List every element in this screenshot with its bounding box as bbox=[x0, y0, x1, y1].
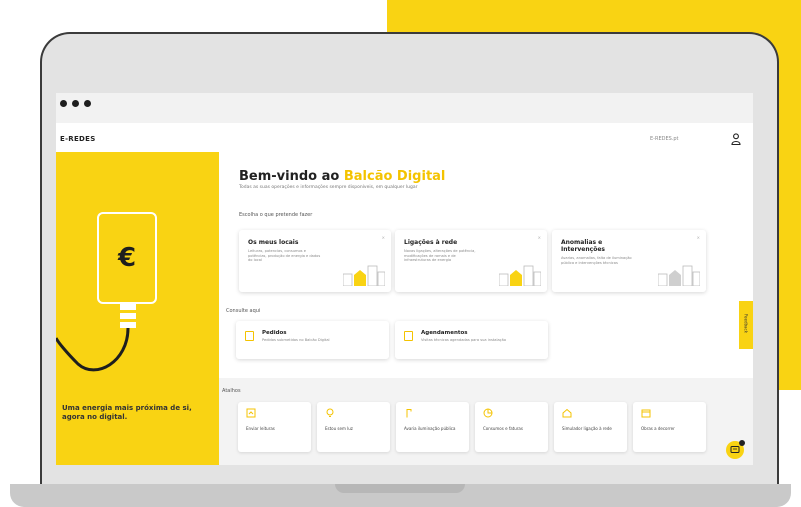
notification-dot bbox=[739, 440, 745, 446]
card-anomalies[interactable]: Anomalias e Intervenções Avarias, anomal… bbox=[552, 230, 706, 292]
shortcut-label: Simulador ligação à rede bbox=[562, 426, 612, 431]
card-grid-connections[interactable]: Ligações à rede Novas ligações, alteraçõ… bbox=[395, 230, 547, 292]
feedback-tab[interactable]: Feedback bbox=[739, 301, 753, 349]
shortcut-label: Avaria iluminação pública bbox=[404, 426, 456, 431]
feedback-label: Feedback bbox=[743, 313, 749, 334]
calendar-icon bbox=[641, 409, 651, 418]
brand-logo[interactable]: E-REDES bbox=[60, 135, 96, 143]
consult-section-label: Consulte aqui bbox=[226, 308, 261, 314]
shortcut-label: Enviar leituras bbox=[246, 426, 275, 431]
window-dot-icon[interactable] bbox=[84, 100, 91, 107]
card-requests[interactable]: Pedidos Pedidos submetidos no Balcão Dig… bbox=[236, 321, 389, 359]
home-icon bbox=[562, 408, 572, 418]
houses-illustration bbox=[658, 265, 700, 286]
shortcut-label: Obras a decorrer bbox=[641, 426, 675, 431]
bulb-icon bbox=[326, 408, 334, 417]
close-icon[interactable]: × bbox=[382, 235, 385, 240]
document-icon bbox=[245, 331, 254, 341]
card-description: Pedidos submetidos no Balcão Digital bbox=[262, 338, 330, 342]
energy-e-icon: € bbox=[117, 243, 137, 273]
side-tagline: Uma energia mais próxima de si, agora no… bbox=[62, 404, 192, 421]
chart-icon bbox=[483, 408, 493, 418]
window-dot-icon[interactable] bbox=[72, 100, 79, 107]
shortcut-consumption[interactable]: Consumos e faturas bbox=[475, 402, 548, 452]
window-dot-icon[interactable] bbox=[60, 100, 67, 107]
shortcut-label: Estou sem luz bbox=[325, 426, 353, 431]
card-title: Agendamentos bbox=[421, 330, 468, 336]
window-controls bbox=[60, 100, 91, 107]
app-screen: E-REDES E-REDES.pt € Uma energia mais pr… bbox=[56, 123, 753, 465]
houses-illustration bbox=[499, 265, 541, 286]
card-description: Visitas técnicas agendadas para sua inst… bbox=[421, 338, 507, 342]
choose-section-label: Escolha o que pretende fazer bbox=[239, 212, 313, 218]
browser-bar bbox=[56, 93, 753, 123]
site-link[interactable]: E-REDES.pt bbox=[650, 136, 679, 142]
calendar-icon bbox=[404, 331, 413, 341]
card-description: Novas ligações, alterações de potência, … bbox=[404, 249, 476, 262]
card-title: Os meus locais bbox=[248, 239, 299, 246]
card-title: Pedidos bbox=[262, 330, 287, 336]
close-icon[interactable]: × bbox=[697, 235, 700, 240]
lamp-icon bbox=[406, 409, 412, 418]
shortcuts-label: Atalhos bbox=[222, 388, 241, 394]
card-description: Avarias, anomalias, falta de iluminação … bbox=[561, 256, 632, 265]
card-description: Leituras, potencias, consumos e potência… bbox=[248, 249, 321, 262]
chat-button[interactable] bbox=[726, 440, 745, 459]
meter-icon bbox=[246, 408, 256, 418]
cable-illustration bbox=[56, 304, 136, 372]
plug-device-illustration: € bbox=[97, 212, 157, 304]
page-subtitle: Todas as suas operações e informações se… bbox=[239, 185, 418, 190]
card-title: Anomalias e Intervenções bbox=[561, 239, 605, 253]
shortcut-simulator[interactable]: Simulador ligação à rede bbox=[554, 402, 627, 452]
card-schedules[interactable]: Agendamentos Visitas técnicas agendadas … bbox=[395, 321, 548, 359]
side-panel: € Uma energia mais próxima de si, agora … bbox=[56, 152, 219, 465]
shortcut-street-light[interactable]: Avaria iluminação pública bbox=[396, 402, 469, 452]
laptop-notch bbox=[335, 484, 465, 493]
page-title: Bem-vindo ao Balcão Digital bbox=[239, 169, 446, 184]
card-my-locations[interactable]: Os meus locais Leituras, potencias, cons… bbox=[239, 230, 391, 292]
shortcut-label: Consumos e faturas bbox=[483, 426, 523, 431]
card-title: Ligações à rede bbox=[404, 239, 458, 246]
houses-illustration bbox=[343, 265, 385, 286]
shortcut-works[interactable]: Obras a decorrer bbox=[633, 402, 706, 452]
user-icon[interactable] bbox=[731, 133, 741, 145]
shortcut-send-readings[interactable]: Enviar leituras bbox=[238, 402, 311, 452]
shortcut-no-power[interactable]: Estou sem luz bbox=[317, 402, 390, 452]
close-icon[interactable]: × bbox=[538, 235, 541, 240]
